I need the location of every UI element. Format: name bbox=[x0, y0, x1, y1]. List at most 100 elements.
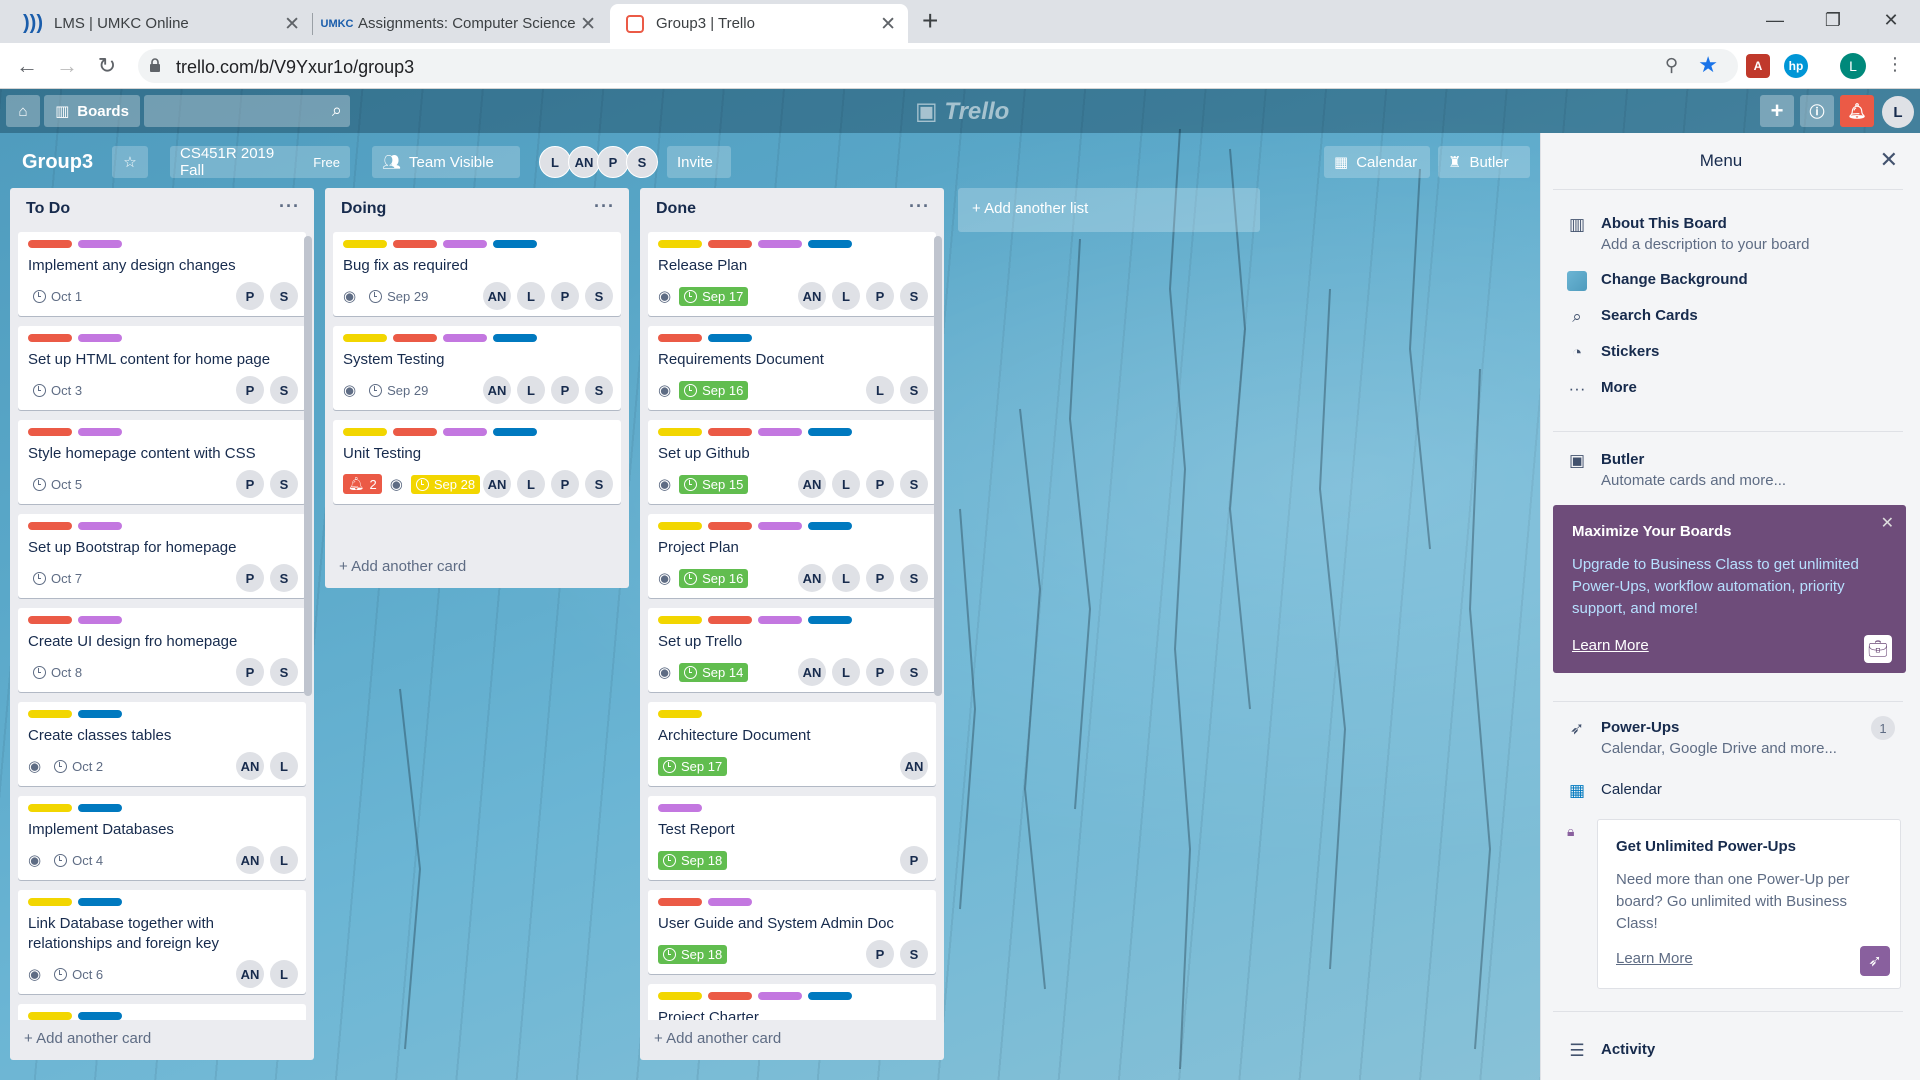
member-avatar[interactable]: P bbox=[236, 376, 264, 404]
member-avatar[interactable]: L bbox=[270, 960, 298, 988]
card-label-purple[interactable] bbox=[708, 898, 752, 906]
list-menu-icon[interactable]: ··· bbox=[594, 196, 615, 217]
member-avatar[interactable]: AN bbox=[900, 752, 928, 780]
member-avatar[interactable]: AN bbox=[236, 960, 264, 988]
board-member-avatar[interactable]: P bbox=[597, 146, 629, 178]
member-avatar[interactable]: S bbox=[270, 658, 298, 686]
member-avatar[interactable]: P bbox=[866, 940, 894, 968]
card-label-red[interactable] bbox=[28, 522, 72, 530]
due-date-badge[interactable]: Sep 15 bbox=[679, 474, 749, 494]
card-label-purple[interactable] bbox=[658, 804, 702, 812]
card-label-purple[interactable] bbox=[78, 428, 122, 436]
profile-avatar[interactable]: L bbox=[1840, 53, 1866, 79]
card[interactable]: Requirements Document ◉ Sep 16 L S bbox=[648, 326, 936, 410]
due-date-badge[interactable]: Sep 17 bbox=[658, 756, 728, 776]
list-header[interactable]: To Do ··· bbox=[10, 188, 314, 232]
menu-power-ups[interactable]: ➶ Power-Ups Calendar, Google Drive and m… bbox=[1567, 719, 1837, 757]
member-avatar[interactable]: S bbox=[900, 658, 928, 686]
member-avatar[interactable]: S bbox=[585, 470, 613, 498]
card[interactable]: Set up Trello ◉ Sep 14 AN L P S bbox=[648, 608, 936, 692]
menu-calendar-powerup[interactable]: ▦ Calendar bbox=[1567, 781, 1662, 801]
due-date-badge[interactable]: Oct 4 bbox=[49, 851, 108, 870]
list-menu-icon[interactable]: ··· bbox=[279, 196, 300, 217]
member-avatar[interactable]: S bbox=[900, 470, 928, 498]
card-label-blue[interactable] bbox=[78, 710, 122, 718]
due-date-badge[interactable]: Oct 3 bbox=[28, 381, 87, 400]
card-label-yellow[interactable] bbox=[28, 710, 72, 718]
member-avatar[interactable]: P bbox=[866, 564, 894, 592]
card[interactable] bbox=[18, 1004, 306, 1020]
back-button[interactable]: ← bbox=[12, 51, 42, 81]
card-label-red[interactable] bbox=[393, 334, 437, 342]
member-avatar[interactable]: AN bbox=[483, 470, 511, 498]
menu-butler[interactable]: ▣ Butler Automate cards and more... bbox=[1567, 451, 1786, 489]
card[interactable]: System Testing ◉ Sep 29 AN L P S bbox=[333, 326, 621, 410]
card-label-red[interactable] bbox=[708, 240, 752, 248]
member-avatar[interactable]: AN bbox=[483, 376, 511, 404]
due-date-badge[interactable]: Oct 5 bbox=[28, 475, 87, 494]
member-avatar[interactable]: L bbox=[832, 282, 860, 310]
browser-menu-icon[interactable]: ⋮ bbox=[1886, 54, 1904, 75]
menu-about-board[interactable]: ▥ About This Board Add a description to … bbox=[1567, 215, 1810, 253]
card-label-purple[interactable] bbox=[78, 240, 122, 248]
add-card-button[interactable]: + Add another card bbox=[10, 1020, 314, 1060]
maximize-button[interactable]: ❐ bbox=[1804, 0, 1862, 40]
menu-stickers[interactable]: ◔ Stickers bbox=[1567, 343, 1660, 363]
card-label-red[interactable] bbox=[708, 992, 752, 1000]
card-label-red[interactable] bbox=[708, 616, 752, 624]
card-label-red[interactable] bbox=[708, 428, 752, 436]
add-card-button[interactable]: + Add another card bbox=[640, 1020, 944, 1060]
visibility-button[interactable]: 👥︎ Team Visible bbox=[372, 146, 520, 178]
card[interactable]: Create UI design fro homepage Oct 8 PS bbox=[18, 608, 306, 692]
card-label-blue[interactable] bbox=[493, 334, 537, 342]
card-label-yellow[interactable] bbox=[28, 1012, 72, 1020]
hp-extension-icon[interactable]: hp bbox=[1784, 54, 1808, 78]
boards-button[interactable]: ▥ Boards bbox=[44, 95, 140, 127]
card-label-yellow[interactable] bbox=[343, 240, 387, 248]
member-avatar[interactable]: S bbox=[270, 376, 298, 404]
card-label-blue[interactable] bbox=[808, 522, 852, 530]
list-header[interactable]: Doing ··· bbox=[325, 188, 629, 232]
member-avatar[interactable]: L bbox=[270, 846, 298, 874]
member-avatar[interactable]: P bbox=[866, 282, 894, 310]
member-avatar[interactable]: L bbox=[832, 564, 860, 592]
trello-search-input[interactable]: ⌕ bbox=[144, 95, 350, 127]
close-tab-icon[interactable]: ✕ bbox=[580, 13, 596, 36]
card[interactable]: Set up Github ◉ Sep 15 AN L P S bbox=[648, 420, 936, 504]
star-board-button[interactable]: ☆ bbox=[112, 146, 148, 178]
card-label-yellow[interactable] bbox=[658, 992, 702, 1000]
card[interactable]: Project Plan ◉ Sep 16 AN L P S bbox=[648, 514, 936, 598]
card-label-purple[interactable] bbox=[78, 334, 122, 342]
card-label-purple[interactable] bbox=[758, 428, 802, 436]
card[interactable]: Bug fix as required ◉ Sep 29 AN L P S bbox=[333, 232, 621, 316]
member-avatar[interactable]: L bbox=[517, 470, 545, 498]
member-avatar[interactable]: P bbox=[866, 658, 894, 686]
due-date-badge[interactable]: Oct 7 bbox=[28, 569, 87, 588]
due-date-badge[interactable]: Sep 16 bbox=[679, 568, 749, 588]
member-avatar[interactable]: S bbox=[270, 470, 298, 498]
notifications-button[interactable]: 🔔︎ bbox=[1840, 95, 1874, 127]
member-avatar[interactable]: P bbox=[551, 376, 579, 404]
member-avatar[interactable]: P bbox=[236, 564, 264, 592]
card[interactable]: Architecture Document Sep 17 AN bbox=[648, 702, 936, 786]
promo-learn-more-link[interactable]: Learn More bbox=[1572, 637, 1649, 654]
card-label-blue[interactable] bbox=[808, 992, 852, 1000]
card-label-blue[interactable] bbox=[493, 240, 537, 248]
list-header[interactable]: Done ··· bbox=[640, 188, 944, 232]
card-label-yellow[interactable] bbox=[658, 522, 702, 530]
due-date-badge[interactable]: Oct 1 bbox=[28, 287, 87, 306]
address-bar[interactable]: trello.com/b/V9Yxur1o/group3 ⚲ ★ bbox=[138, 49, 1738, 83]
card[interactable]: Implement Databases ◉ Oct 4 AN L bbox=[18, 796, 306, 880]
user-avatar[interactable]: L bbox=[1882, 96, 1914, 128]
menu-search-cards[interactable]: ⌕ Search Cards bbox=[1567, 307, 1697, 327]
card[interactable]: Link Database together with relationship… bbox=[18, 890, 306, 994]
member-avatar[interactable]: P bbox=[866, 470, 894, 498]
member-avatar[interactable]: L bbox=[832, 658, 860, 686]
card-label-red[interactable] bbox=[658, 334, 702, 342]
due-date-badge[interactable]: Sep 29 bbox=[364, 381, 433, 400]
member-avatar[interactable]: S bbox=[900, 282, 928, 310]
card-label-purple[interactable] bbox=[443, 334, 487, 342]
due-date-badge[interactable]: Sep 16 bbox=[679, 380, 749, 400]
member-avatar[interactable]: P bbox=[551, 282, 579, 310]
butler-button[interactable]: ♜ Butler bbox=[1438, 146, 1530, 178]
